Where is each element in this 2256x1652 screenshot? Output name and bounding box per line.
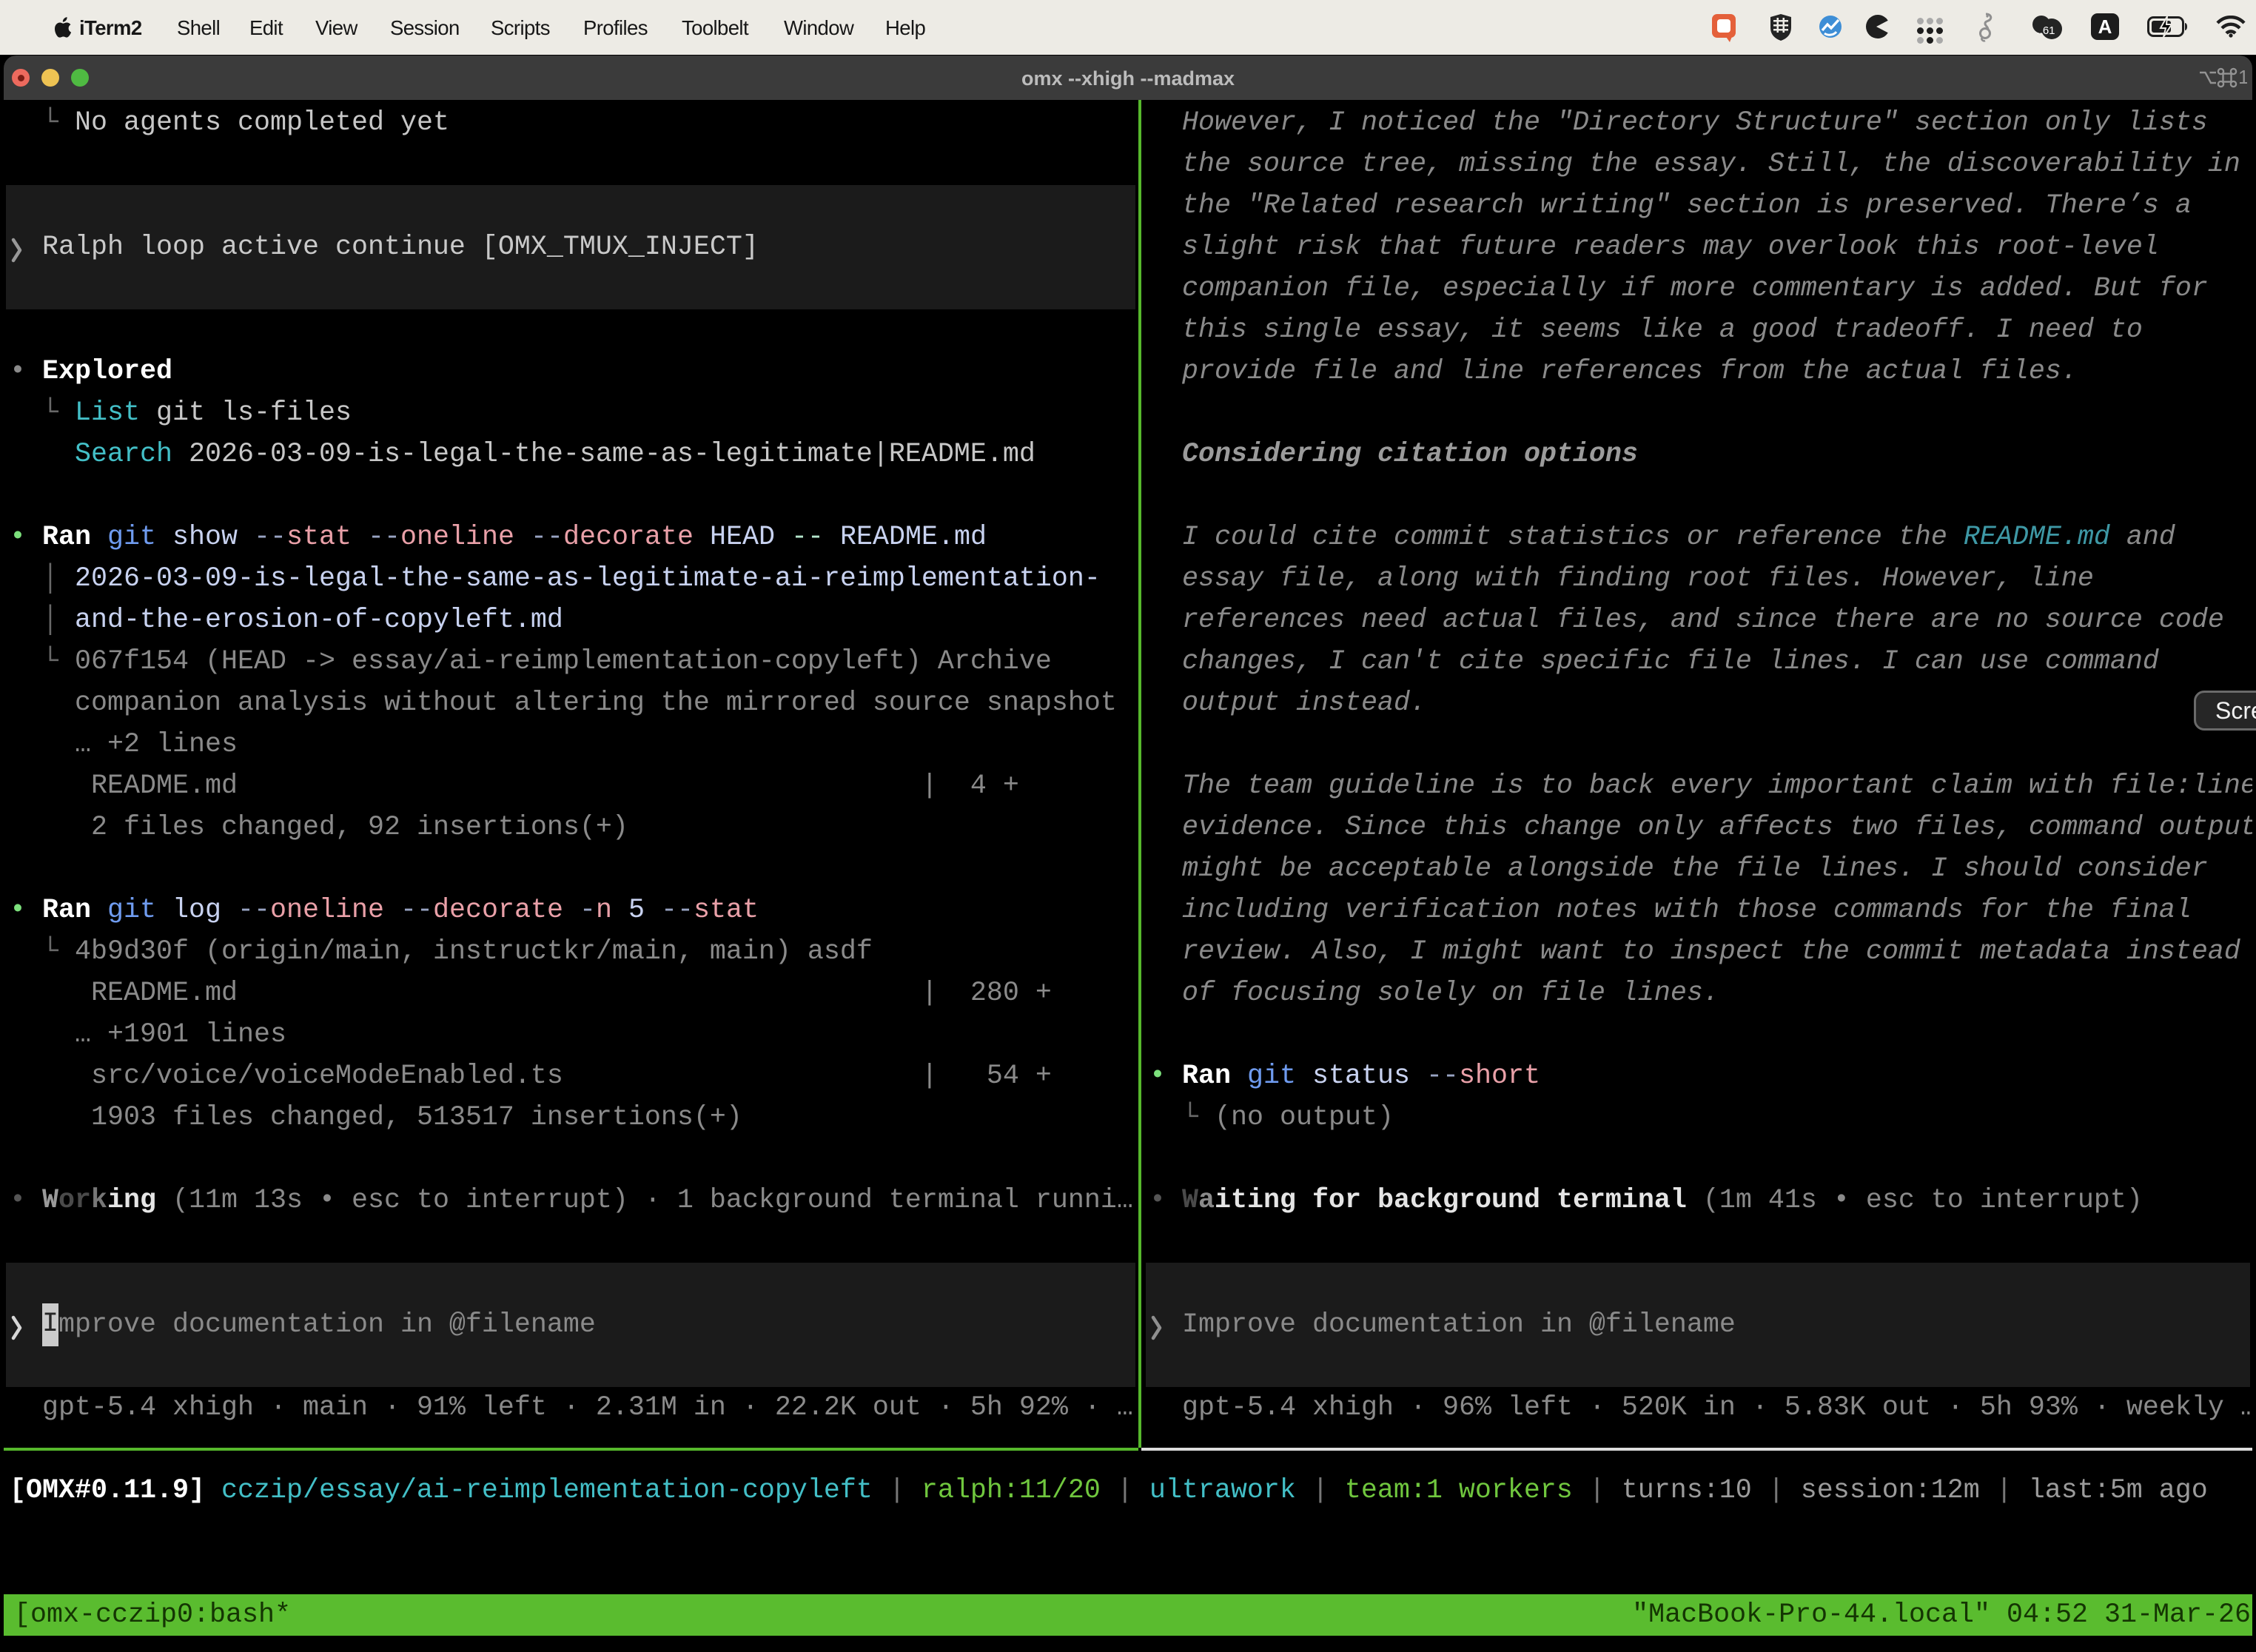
svg-text:1: 1 (2238, 66, 2247, 88)
svg-text:..61: ..61 (2036, 24, 2055, 37)
